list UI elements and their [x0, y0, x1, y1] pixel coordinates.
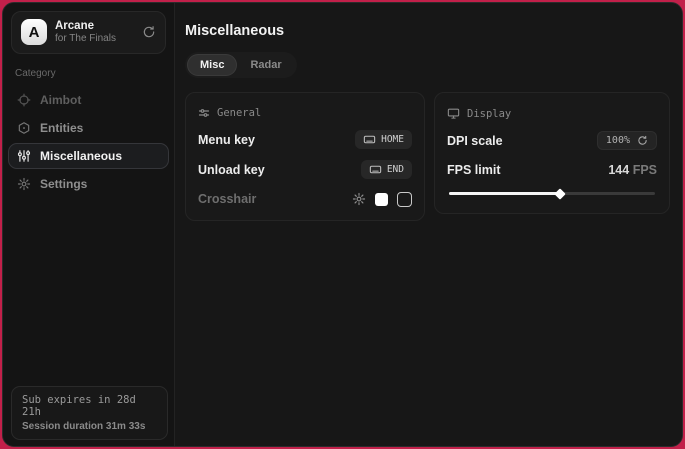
keyboard-icon [369, 163, 382, 176]
gear-icon [17, 177, 31, 191]
session-duration-text: Session duration 31m 33s [22, 421, 157, 432]
crosshair-icon [17, 93, 31, 107]
display-card: Display DPI scale 100% FPS limit [434, 92, 670, 214]
sidebar-nav: Aimbot Entities Miscellaneous [3, 87, 174, 197]
crosshair-settings-gear-icon[interactable] [352, 192, 366, 206]
display-card-title: Display [467, 108, 511, 120]
fps-unit: FPS [633, 163, 657, 177]
brand-logo: A [21, 19, 47, 45]
menu-key-row: Menu key HOME [198, 130, 412, 149]
fps-number: 144 [608, 163, 629, 177]
unload-key-label: Unload key [198, 163, 265, 177]
general-card-header: General [198, 107, 412, 119]
keyboard-icon [363, 133, 376, 146]
sidebar-item-label: Entities [40, 121, 83, 135]
subscription-box: Sub expires in 28d 21h Session duration … [11, 386, 168, 440]
general-card-title: General [217, 107, 261, 119]
sync-icon[interactable] [142, 25, 156, 39]
entities-icon [17, 121, 31, 135]
crosshair-label: Crosshair [198, 192, 256, 206]
dpi-scale-value: 100% [606, 135, 630, 146]
app-window: A Arcane for The Finals Category Aimbot [2, 2, 683, 447]
monitor-icon [447, 107, 460, 120]
sidebar: A Arcane for The Finals Category Aimbot [3, 3, 175, 446]
brand-text: Arcane for The Finals [55, 19, 134, 46]
sidebar-item-settings[interactable]: Settings [8, 171, 169, 197]
general-icon [198, 107, 210, 119]
dpi-scale-label: DPI scale [447, 134, 503, 148]
menu-key-label: Menu key [198, 133, 255, 147]
sliders-icon [17, 149, 31, 163]
crosshair-color-swatch[interactable] [375, 193, 388, 206]
refresh-icon[interactable] [637, 135, 648, 146]
sub-expiry-text: Sub expires in 28d 21h [22, 394, 157, 418]
unload-key-value: END [387, 164, 404, 175]
sidebar-item-label: Miscellaneous [40, 149, 122, 163]
unload-key-row: Unload key END [198, 160, 412, 179]
dpi-scale-control[interactable]: 100% [597, 131, 657, 150]
page-title: Miscellaneous [185, 23, 672, 39]
sidebar-item-miscellaneous[interactable]: Miscellaneous [8, 143, 169, 169]
sidebar-item-label: Settings [40, 177, 87, 191]
fps-slider-fill [449, 192, 560, 195]
tab-misc[interactable]: Misc [188, 55, 236, 75]
tab-radar[interactable]: Radar [238, 55, 293, 75]
menu-key-binding[interactable]: HOME [355, 130, 412, 149]
brand-card: A Arcane for The Finals [11, 11, 166, 54]
fps-limit-value: 144 FPS [608, 163, 657, 177]
fps-slider-thumb[interactable] [555, 188, 566, 199]
cards-row: General Menu key HOME Unload key [185, 92, 672, 221]
fps-slider[interactable] [449, 192, 655, 195]
category-label: Category [15, 68, 162, 79]
sidebar-item-aimbot[interactable]: Aimbot [8, 87, 169, 113]
crosshair-controls [352, 192, 412, 207]
sidebar-item-label: Aimbot [40, 93, 81, 107]
tab-group: Misc Radar [185, 52, 297, 78]
display-card-header: Display [447, 107, 657, 120]
fps-limit-row: FPS limit 144 FPS [447, 161, 657, 179]
menu-key-value: HOME [381, 134, 404, 145]
brand-subtitle: for The Finals [55, 33, 134, 46]
crosshair-checkbox[interactable] [397, 192, 412, 207]
brand-title: Arcane [55, 19, 134, 33]
crosshair-row: Crosshair [198, 190, 412, 208]
general-card: General Menu key HOME Unload key [185, 92, 425, 221]
fps-limit-label: FPS limit [447, 163, 500, 177]
dpi-scale-row: DPI scale 100% [447, 131, 657, 150]
main-content: Miscellaneous Misc Radar General Menu ke… [175, 3, 682, 446]
sidebar-item-entities[interactable]: Entities [8, 115, 169, 141]
unload-key-binding[interactable]: END [361, 160, 412, 179]
